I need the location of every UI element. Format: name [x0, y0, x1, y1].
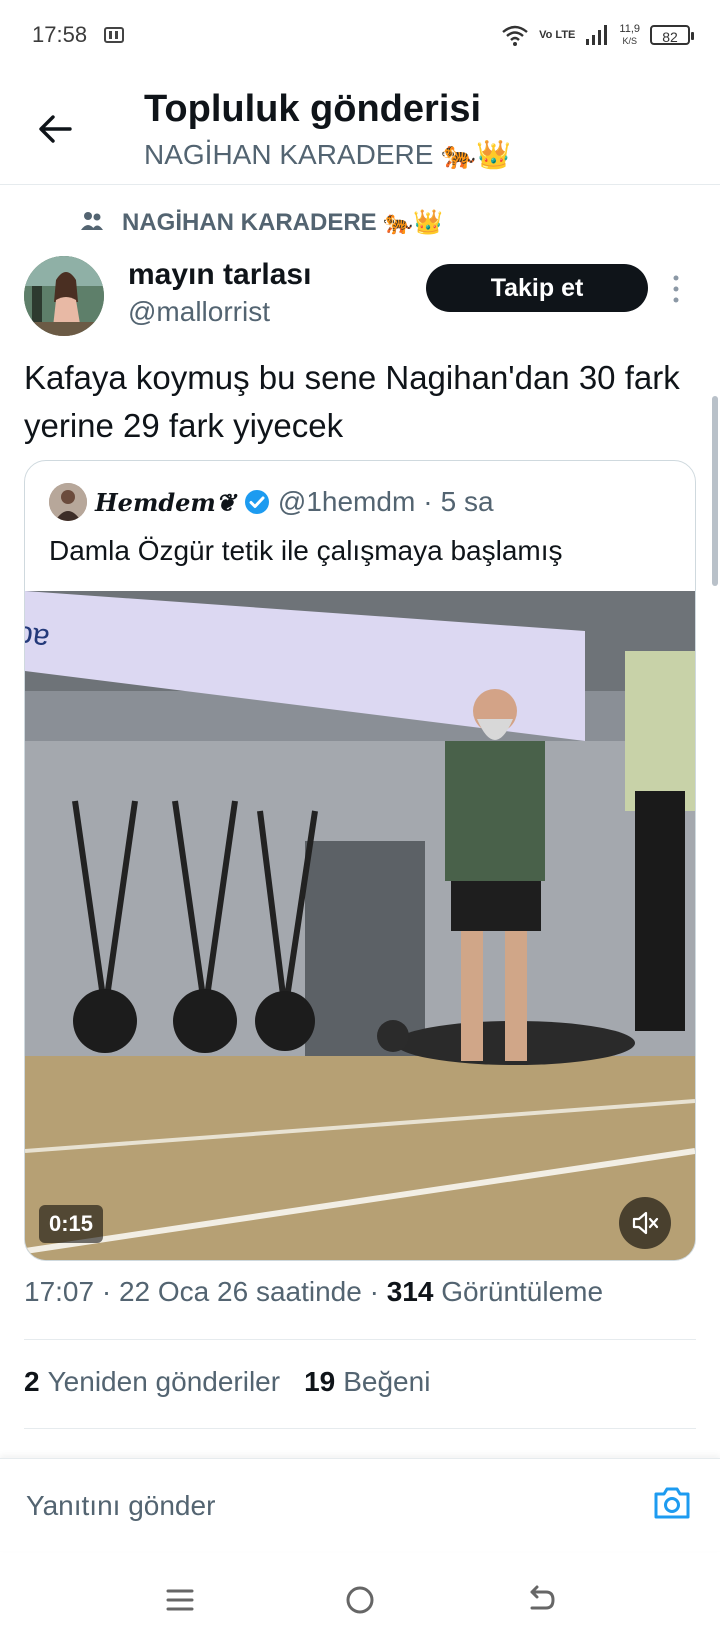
tweet-text: Kafaya koymuş bu sene Nagihan'dan 30 far… [24, 359, 680, 444]
page-subtitle: NAGİHAN KARADERE 🐅👑 [144, 139, 511, 170]
reply-bar [0, 1458, 720, 1551]
network-speed: 11,9 K/S [619, 23, 640, 47]
community-name: NAGİHAN KARADERE 🐅👑 [122, 208, 444, 236]
page-title: Topluluk gönderisi [144, 88, 482, 130]
mute-button[interactable] [619, 1197, 671, 1249]
author-name[interactable]: mayın tarlası [128, 258, 311, 292]
follow-button[interactable]: Takip et [426, 264, 648, 312]
signal-icon [586, 25, 608, 45]
wifi-icon [502, 25, 528, 46]
reply-input[interactable] [24, 1485, 588, 1527]
tweet-time: 17:07 [24, 1276, 95, 1307]
quoted-time: 5 sa [440, 486, 494, 517]
reposts-label: Yeniden gönderiler [47, 1366, 281, 1397]
likes-stat[interactable]: 19 Beğeni [304, 1366, 430, 1398]
speed-value: 11,9 [619, 23, 640, 35]
camera-icon[interactable] [652, 1485, 692, 1521]
separator-dot: · [101, 1276, 112, 1307]
speed-unit: K/S [622, 36, 637, 46]
back-arrow-icon[interactable] [36, 110, 74, 148]
avatar-image [24, 256, 104, 336]
quoted-avatar[interactable] [49, 483, 87, 521]
verified-icon [244, 490, 269, 514]
home-icon[interactable] [340, 1580, 380, 1620]
reposts-stat[interactable]: 2 Yeniden gönderiler [24, 1366, 280, 1398]
status-icons: Vo LTE 11,9 K/S 82 [501, 20, 694, 50]
author-handle[interactable]: @mallorrist [128, 296, 270, 328]
status-time: 17:58 [32, 22, 88, 47]
view-count: 314 [386, 1276, 434, 1307]
quoted-author-handle[interactable]: @1hemdm [278, 486, 415, 518]
battery-indicator: 82 [650, 25, 694, 45]
divider [24, 1428, 696, 1429]
divider [24, 1339, 696, 1340]
video-thumbnail: adel.co is part of the O'Wellness Fami [25, 553, 695, 1260]
quoted-tweet[interactable]: Hemdem❦ @1hemdm · 5 sa Damla Özgür tetik… [24, 460, 696, 1261]
engagement-stats: 2 Yeniden gönderiler 19 Beğeni [24, 1366, 430, 1398]
tweet-meta: 17:07 · 22 Oca 26 saatinde · 314 Görüntü… [24, 1276, 603, 1308]
quoted-tweet-header: Hemdem❦ @1hemdm · 5 sa [49, 483, 494, 521]
community-context[interactable]: NAGİHAN KARADERE 🐅👑 [80, 204, 443, 240]
status-bar: 17:58 Vo LTE 11,9 K/S 82 [0, 0, 720, 72]
reposts-count: 2 [24, 1366, 40, 1397]
quoted-avatar-image [49, 483, 87, 521]
quoted-author-name[interactable]: Hemdem❦ [95, 488, 236, 517]
video-duration: 0:15 [39, 1205, 103, 1243]
menu-icon[interactable] [160, 1580, 200, 1620]
mute-icon [632, 1211, 659, 1235]
volte-label: Vo LTE [539, 28, 576, 41]
quoted-tweet-text: Damla Özgür tetik ile çalışmaya başlamış [49, 535, 563, 566]
separator-dot: · [423, 486, 433, 517]
likes-label: Beğeni [343, 1366, 431, 1397]
notification-icon [104, 27, 124, 43]
author-avatar[interactable] [24, 256, 104, 336]
top-app-bar: Topluluk gönderisi NAGİHAN KARADERE 🐅👑 [0, 72, 720, 185]
system-navigation-bar [0, 1560, 720, 1640]
back-nav-icon[interactable] [520, 1580, 560, 1620]
scrollbar-thumb[interactable] [712, 396, 718, 586]
likes-count: 19 [304, 1366, 336, 1397]
view-label: Görüntüleme [441, 1276, 604, 1307]
community-icon [81, 212, 103, 230]
video-player[interactable]: adel.co is part of the O'Wellness Fami 0… [25, 553, 695, 1260]
more-icon[interactable] [670, 274, 682, 304]
separator-dot: · [369, 1276, 379, 1307]
tweet-date: 22 Oca 26 saatinde [118, 1276, 362, 1307]
